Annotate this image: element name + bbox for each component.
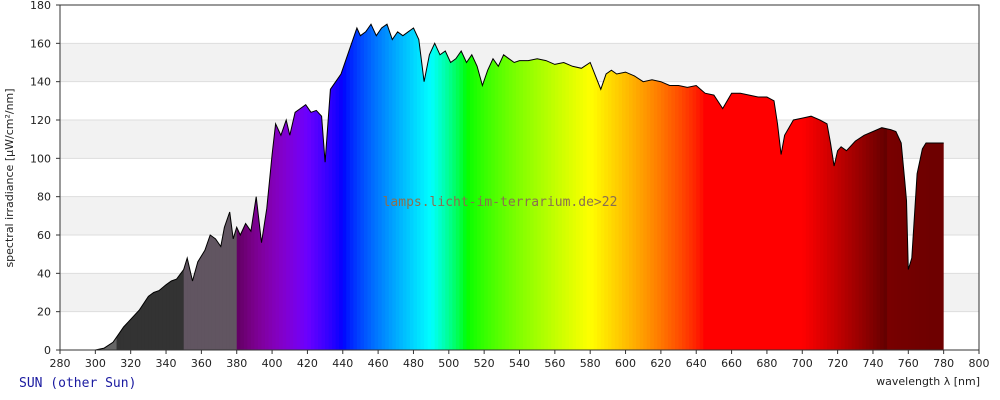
x-tick-label: 700 (792, 357, 813, 370)
spectrum-strip (353, 24, 358, 350)
x-axis-label: wavelength λ [nm] (876, 375, 980, 388)
spectrum-strip (381, 24, 386, 350)
spectrum-strip (356, 24, 362, 350)
spectrum-strip (434, 24, 439, 350)
x-tick-label: 740 (862, 357, 883, 370)
y-axis-ticks: 0 20 40 60 80 100 120 140 160 180 (30, 0, 60, 357)
spectrum-strip (459, 24, 464, 350)
x-tick-label: 400 (262, 357, 283, 370)
y-tick-label: 160 (30, 37, 51, 50)
x-tick-label: 640 (686, 357, 707, 370)
x-tick-label: 680 (756, 357, 777, 370)
y-tick-label: 60 (37, 229, 51, 242)
spectrum-strip (360, 24, 365, 350)
x-tick-label: 420 (297, 357, 318, 370)
x-tick-label: 540 (509, 357, 530, 370)
x-axis-ticks: 280 300 320 340 360 380 400 420 440 460 480 500 520 5… (50, 350, 990, 370)
spectrum-strip (402, 24, 407, 350)
y-tick-label: 80 (37, 191, 51, 204)
y-tick-label: 180 (30, 0, 51, 12)
x-tick-label: 440 (332, 357, 353, 370)
x-tick-label: 500 (438, 357, 459, 370)
spectrum-strip (378, 24, 383, 350)
x-tick-label: 760 (898, 357, 919, 370)
x-tick-label: 780 (933, 357, 954, 370)
x-tick-label: 460 (368, 357, 389, 370)
watermark: lamps.licht-im-terrarium.de>22 (383, 195, 618, 210)
x-tick-label: 300 (85, 357, 106, 370)
spectrum-strip (374, 24, 379, 350)
spectrum-strip (431, 24, 436, 350)
spectrum-strip (363, 24, 369, 350)
spectrum-strip (406, 24, 411, 350)
x-tick-label: 360 (191, 357, 212, 370)
spectrum-strip (385, 24, 390, 350)
y-tick-label: 40 (37, 267, 51, 280)
y-tick-label: 0 (44, 344, 51, 357)
spectrum-strip (395, 24, 400, 350)
y-axis-label: spectral irradiance [µW/cm²/nm] (3, 88, 16, 267)
y-tick-label: 100 (30, 152, 51, 165)
x-tick-label: 720 (827, 357, 848, 370)
spectrum-strip (392, 24, 397, 350)
x-tick-label: 520 (474, 357, 495, 370)
x-tick-label: 800 (969, 357, 990, 370)
spectrum-strip (388, 24, 393, 350)
y-tick-label: 140 (30, 76, 51, 89)
spectrum-strip (349, 24, 354, 350)
spectrum-strip (438, 24, 443, 350)
y-tick-label: 20 (37, 306, 51, 319)
spectrum-strip (367, 24, 372, 350)
x-tick-label: 580 (580, 357, 601, 370)
spectrum-chart: 280 300 320 340 360 380 400 420 440 460 480 500 520 5… (3, 0, 990, 388)
y-tick-label: 120 (30, 114, 51, 127)
x-tick-label: 280 (50, 357, 71, 370)
x-tick-label: 620 (650, 357, 671, 370)
x-tick-label: 320 (120, 357, 141, 370)
x-tick-label: 480 (403, 357, 424, 370)
x-tick-label: 340 (156, 357, 177, 370)
spectrum-strip (371, 24, 376, 350)
spectrum-strip (399, 24, 404, 350)
x-tick-label: 560 (544, 357, 565, 370)
lamp-name: SUN (other Sun) (19, 376, 137, 391)
x-tick-label: 380 (226, 357, 247, 370)
x-tick-label: 600 (615, 357, 636, 370)
spectrum-strip (441, 24, 446, 350)
spectrum-strip (413, 24, 418, 350)
spectrum-strip (409, 24, 415, 350)
x-tick-label: 660 (721, 357, 742, 370)
